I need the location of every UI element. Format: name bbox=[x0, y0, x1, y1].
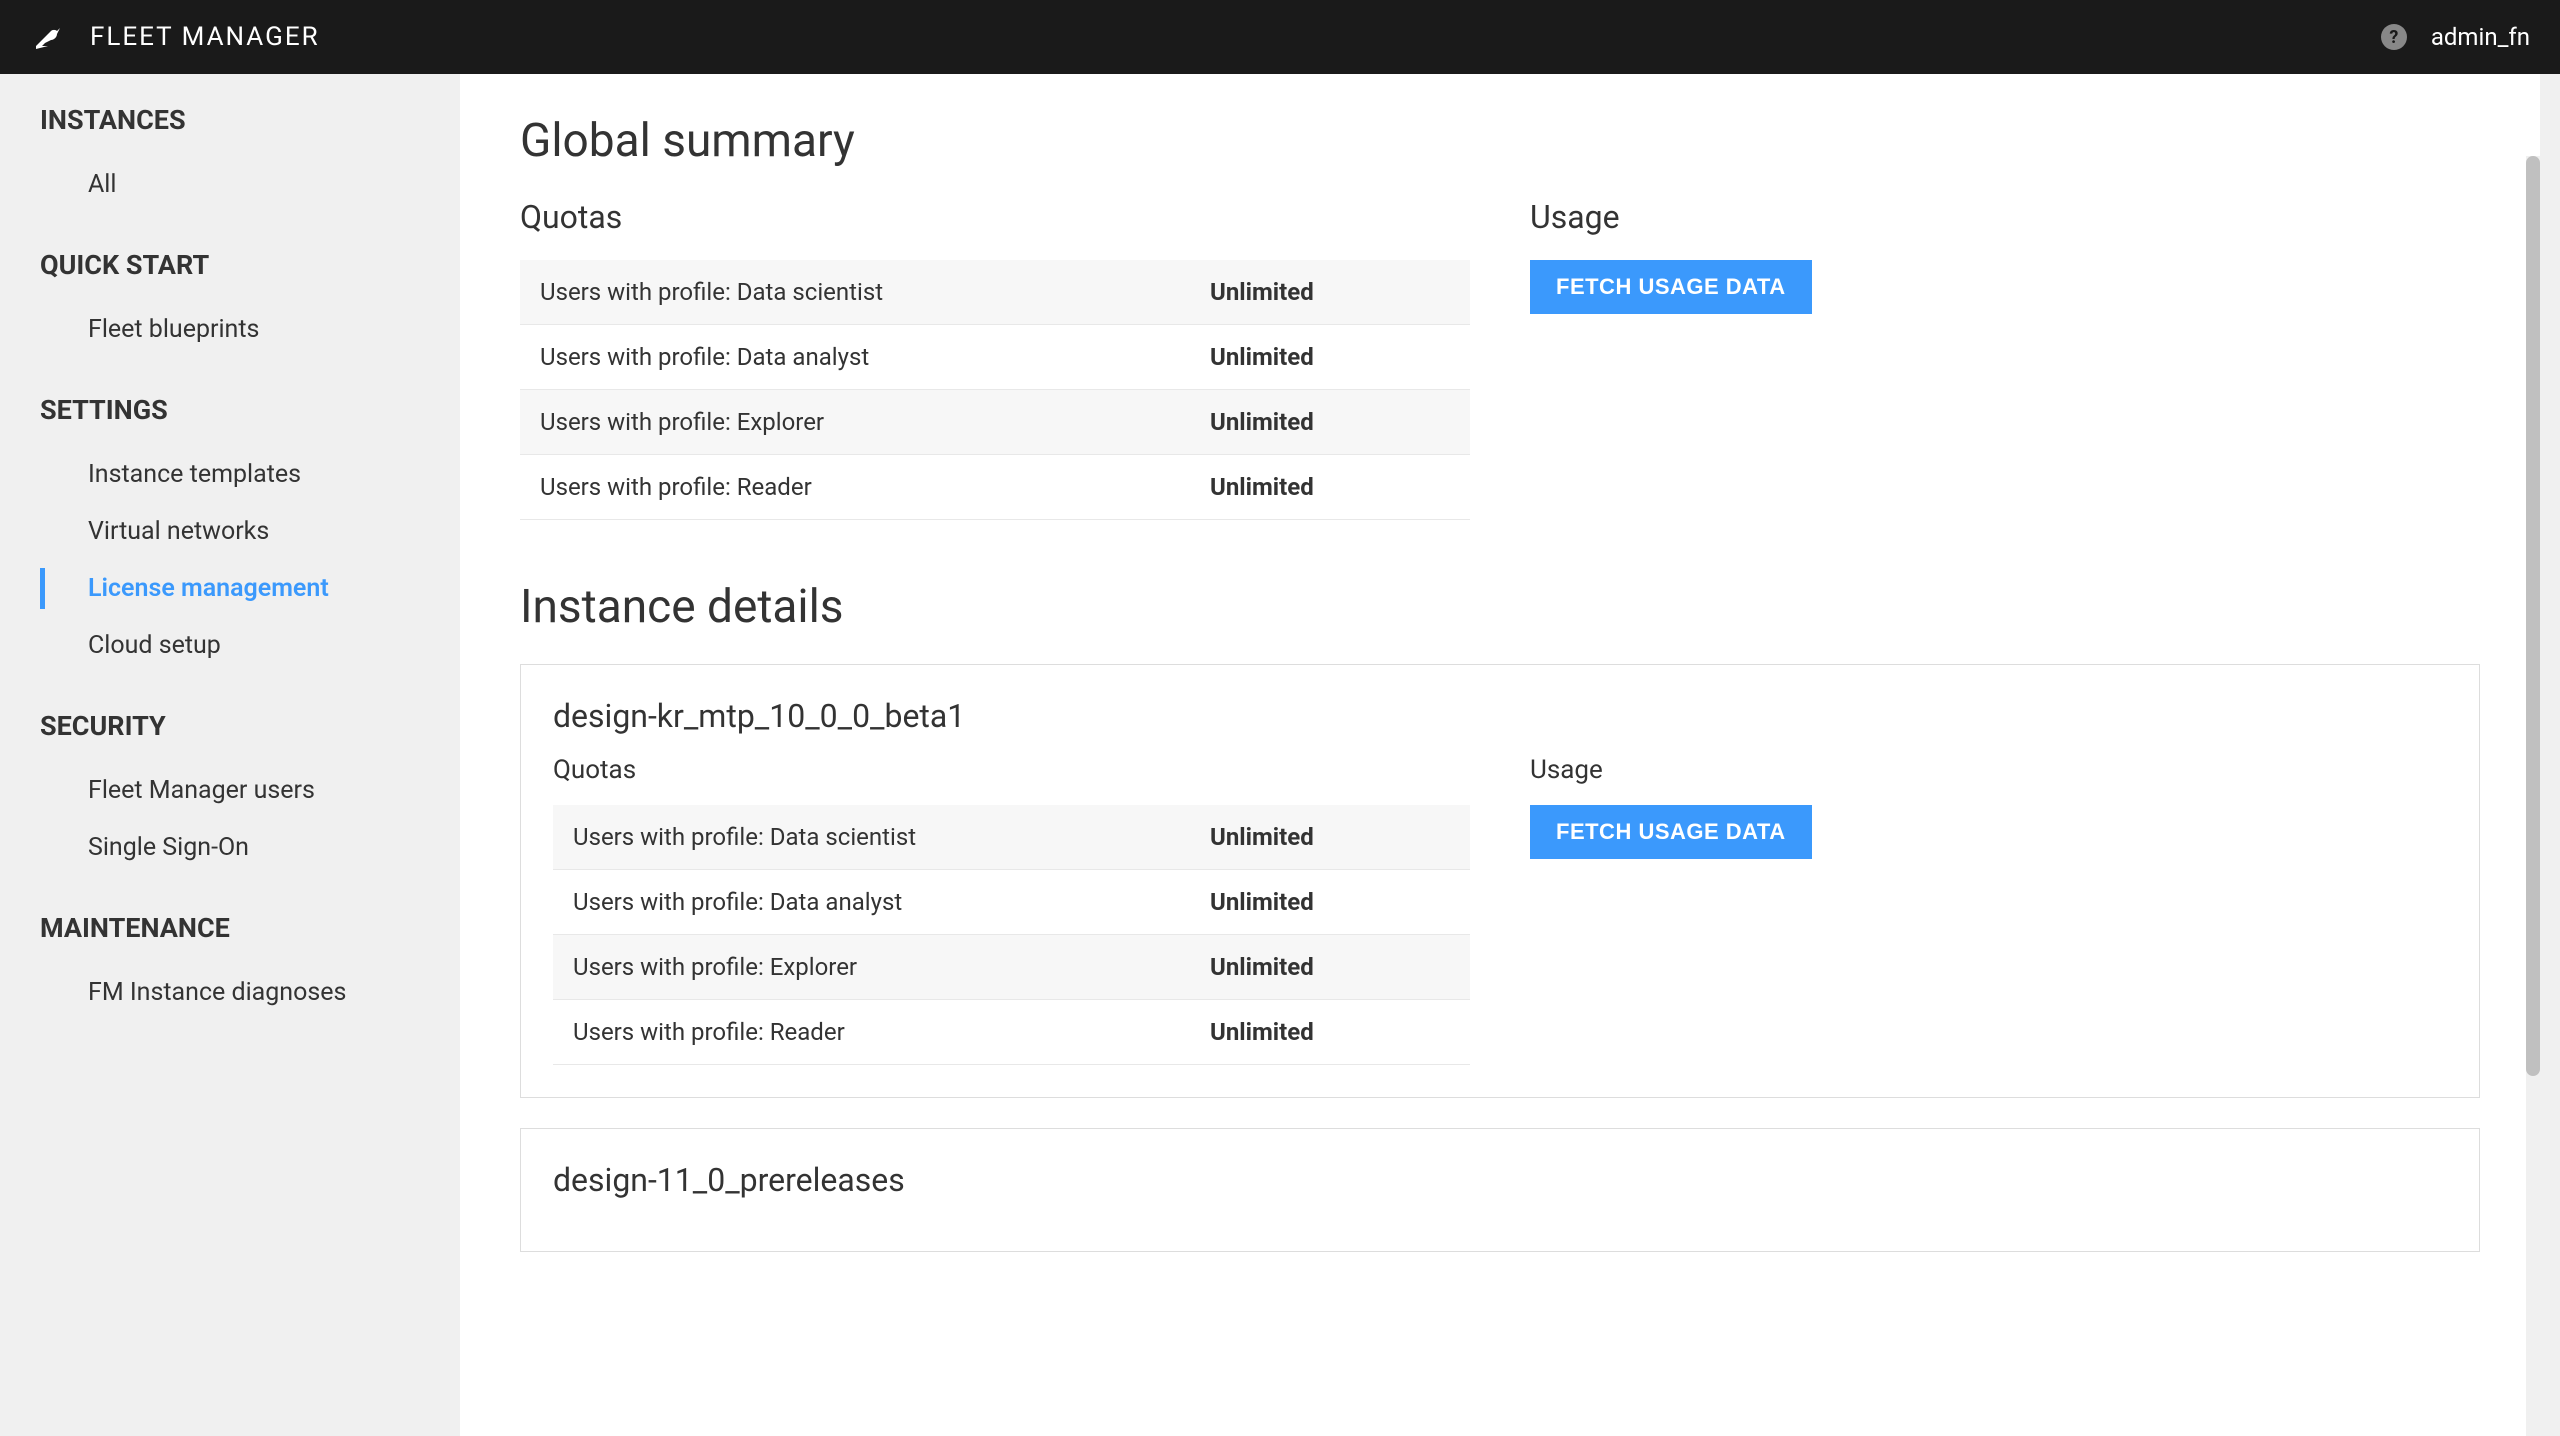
sidebar-item-label: Fleet blueprints bbox=[88, 315, 259, 344]
sidebar-item-label: All bbox=[88, 170, 116, 199]
instance-quota-table: Users with profile: Data scientist Unlim… bbox=[553, 805, 1470, 1065]
sidebar-item-label: Instance templates bbox=[88, 460, 301, 489]
quota-label: Users with profile: Data scientist bbox=[553, 805, 1190, 870]
scrollbar-thumb[interactable] bbox=[2526, 156, 2540, 1076]
fetch-usage-data-button[interactable]: FETCH USAGE DATA bbox=[1530, 260, 1812, 314]
quota-label: Users with profile: Reader bbox=[553, 1000, 1190, 1065]
quota-value: Unlimited bbox=[1190, 1000, 1470, 1065]
sidebar-item-fm-instance-diagnoses[interactable]: FM Instance diagnoses bbox=[40, 964, 460, 1021]
sidebar-section-maintenance: MAINTENANCE FM Instance diagnoses bbox=[40, 912, 460, 1021]
sidebar-item-fleet-blueprints[interactable]: Fleet blueprints bbox=[40, 301, 460, 358]
quota-label: Users with profile: Data analyst bbox=[553, 870, 1190, 935]
sidebar-section-security: SECURITY Fleet Manager users Single Sign… bbox=[40, 710, 460, 876]
quota-label: Users with profile: Data scientist bbox=[520, 260, 1190, 325]
instance-usage-column: Usage FETCH USAGE DATA bbox=[1530, 755, 2447, 1065]
quota-value: Unlimited bbox=[1190, 935, 1470, 1000]
quota-value: Unlimited bbox=[1190, 870, 1470, 935]
usage-heading: Usage bbox=[1530, 198, 2480, 236]
sidebar-section-instances: INSTANCES All bbox=[40, 104, 460, 213]
table-row: Users with profile: Reader Unlimited bbox=[520, 455, 1470, 520]
sidebar-item-all[interactable]: All bbox=[40, 156, 460, 213]
instance-row: Quotas Users with profile: Data scientis… bbox=[553, 755, 2447, 1065]
global-quota-table: Users with profile: Data scientist Unlim… bbox=[520, 260, 1470, 520]
global-summary-row: Quotas Users with profile: Data scientis… bbox=[520, 198, 2480, 520]
scrollbar-track[interactable] bbox=[2526, 156, 2540, 1436]
quota-value: Unlimited bbox=[1190, 260, 1470, 325]
sidebar-item-label: License management bbox=[88, 574, 329, 603]
content-area: Global summary Quotas Users with profile… bbox=[460, 74, 2540, 1436]
sidebar-item-license-management[interactable]: License management bbox=[40, 560, 460, 617]
quota-label: Users with profile: Explorer bbox=[520, 390, 1190, 455]
instance-details-title: Instance details bbox=[520, 580, 2480, 634]
quota-label: Users with profile: Reader bbox=[520, 455, 1190, 520]
quota-label: Users with profile: Explorer bbox=[553, 935, 1190, 1000]
app-title: FLEET MANAGER bbox=[90, 22, 320, 52]
sidebar-item-instance-templates[interactable]: Instance templates bbox=[40, 446, 460, 503]
table-row: Users with profile: Data scientist Unlim… bbox=[520, 260, 1470, 325]
sidebar-item-label: Fleet Manager users bbox=[88, 776, 315, 805]
sidebar: INSTANCES All QUICK START Fleet blueprin… bbox=[0, 74, 460, 1436]
quotas-column: Quotas Users with profile: Data scientis… bbox=[520, 198, 1470, 520]
instance-quotas-column: Quotas Users with profile: Data scientis… bbox=[553, 755, 1470, 1065]
quota-value: Unlimited bbox=[1190, 455, 1470, 520]
instance-quotas-heading: Quotas bbox=[553, 755, 1470, 785]
instance-name: design-kr_mtp_10_0_0_beta1 bbox=[553, 697, 2447, 735]
sidebar-item-cloud-setup[interactable]: Cloud setup bbox=[40, 617, 460, 674]
instance-card: design-kr_mtp_10_0_0_beta1 Quotas Users … bbox=[520, 664, 2480, 1098]
sidebar-section-header: SECURITY bbox=[40, 710, 460, 742]
quota-value: Unlimited bbox=[1190, 325, 1470, 390]
page-title: Global summary bbox=[520, 114, 2480, 168]
bird-logo-icon bbox=[30, 19, 66, 55]
main-container: INSTANCES All QUICK START Fleet blueprin… bbox=[0, 74, 2560, 1436]
sidebar-section-header: MAINTENANCE bbox=[40, 912, 460, 944]
sidebar-item-fleet-manager-users[interactable]: Fleet Manager users bbox=[40, 762, 460, 819]
fetch-usage-data-button[interactable]: FETCH USAGE DATA bbox=[1530, 805, 1812, 859]
user-label[interactable]: admin_fn bbox=[2431, 23, 2530, 51]
instance-name: design-11_0_prereleases bbox=[553, 1161, 2447, 1199]
sidebar-item-label: Virtual networks bbox=[88, 517, 269, 546]
sidebar-item-virtual-networks[interactable]: Virtual networks bbox=[40, 503, 460, 560]
top-bar-right: ? admin_fn bbox=[2381, 23, 2530, 51]
table-row: Users with profile: Data scientist Unlim… bbox=[553, 805, 1470, 870]
help-icon[interactable]: ? bbox=[2381, 24, 2407, 50]
top-bar-left: FLEET MANAGER bbox=[30, 19, 320, 55]
quota-label: Users with profile: Data analyst bbox=[520, 325, 1190, 390]
table-row: Users with profile: Reader Unlimited bbox=[553, 1000, 1470, 1065]
table-row: Users with profile: Explorer Unlimited bbox=[520, 390, 1470, 455]
instance-usage-heading: Usage bbox=[1530, 755, 2447, 785]
sidebar-item-label: FM Instance diagnoses bbox=[88, 978, 346, 1007]
table-row: Users with profile: Data analyst Unlimit… bbox=[553, 870, 1470, 935]
sidebar-item-label: Cloud setup bbox=[88, 631, 221, 660]
sidebar-item-label: Single Sign-On bbox=[88, 833, 249, 862]
table-row: Users with profile: Explorer Unlimited bbox=[553, 935, 1470, 1000]
top-bar: FLEET MANAGER ? admin_fn bbox=[0, 0, 2560, 74]
sidebar-section-header: INSTANCES bbox=[40, 104, 460, 136]
table-row: Users with profile: Data analyst Unlimit… bbox=[520, 325, 1470, 390]
usage-column: Usage FETCH USAGE DATA bbox=[1530, 198, 2480, 520]
sidebar-section-header: QUICK START bbox=[40, 249, 460, 281]
sidebar-item-single-sign-on[interactable]: Single Sign-On bbox=[40, 819, 460, 876]
sidebar-section-settings: SETTINGS Instance templates Virtual netw… bbox=[40, 394, 460, 674]
instance-card: design-11_0_prereleases bbox=[520, 1128, 2480, 1252]
sidebar-section-quickstart: QUICK START Fleet blueprints bbox=[40, 249, 460, 358]
quotas-heading: Quotas bbox=[520, 198, 1470, 236]
quota-value: Unlimited bbox=[1190, 390, 1470, 455]
sidebar-section-header: SETTINGS bbox=[40, 394, 460, 426]
quota-value: Unlimited bbox=[1190, 805, 1470, 870]
